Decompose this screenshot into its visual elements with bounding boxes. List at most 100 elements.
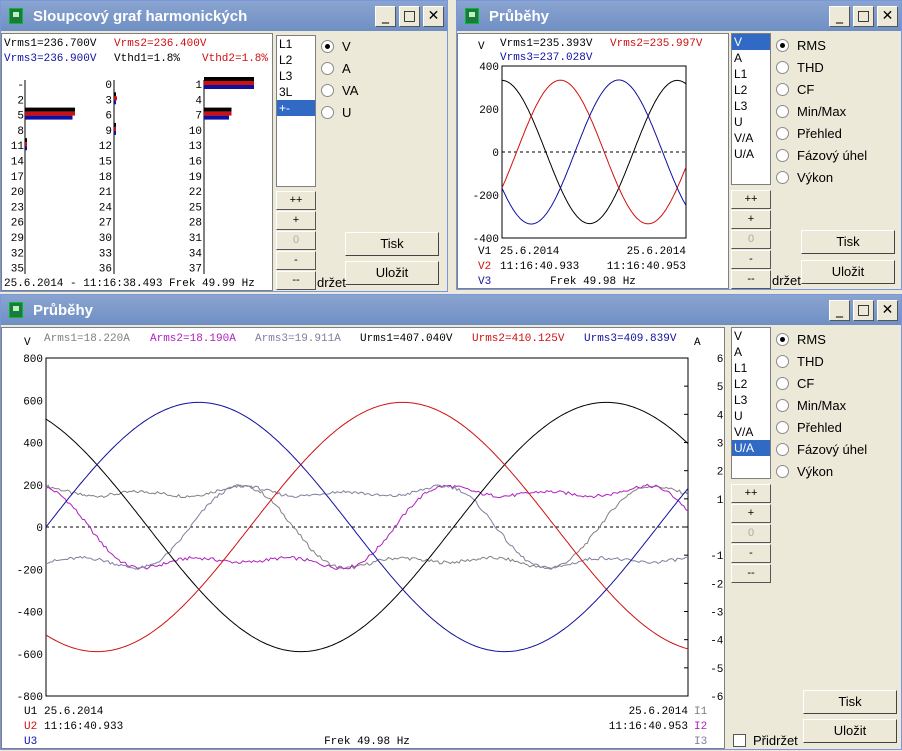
phase-list[interactable]: L1 L2 L3 3L +-: [276, 35, 316, 187]
radio-option[interactable]: THD: [776, 350, 867, 372]
radio-dot[interactable]: [776, 376, 789, 390]
radio-option[interactable]: V: [321, 35, 358, 57]
radio-option[interactable]: RMS: [776, 328, 867, 350]
list-item[interactable]: L3: [277, 68, 315, 84]
unit-options[interactable]: V A VA U: [321, 35, 358, 123]
hold-checkbox[interactable]: Přidržet: [733, 733, 798, 748]
waveform-small-titlebar[interactable]: Průběhy _ □ ✕: [457, 1, 901, 31]
minimize-button[interactable]: _: [375, 5, 396, 27]
radio-dot[interactable]: [776, 38, 789, 52]
measure-list[interactable]: V A L1 L2 L3 U V/A U/A: [731, 33, 771, 185]
radio-option[interactable]: Min/Max: [776, 100, 867, 122]
radio-dot[interactable]: [321, 83, 334, 97]
step-button[interactable]: +: [276, 211, 316, 230]
list-item[interactable]: U/A: [732, 440, 770, 456]
list-item[interactable]: L1: [732, 360, 770, 376]
radio-option[interactable]: THD: [776, 56, 867, 78]
minimize-button[interactable]: _: [829, 299, 850, 321]
list-item[interactable]: V: [732, 34, 770, 50]
radio-dot[interactable]: [776, 104, 789, 118]
list-item[interactable]: +-: [277, 100, 315, 116]
step-button[interactable]: +: [731, 210, 771, 229]
step-button[interactable]: +: [731, 504, 771, 523]
radio-dot[interactable]: [321, 105, 334, 119]
harmonics-titlebar[interactable]: Sloupcový graf harmonických _ □ ✕: [1, 1, 447, 31]
list-item[interactable]: L3: [732, 98, 770, 114]
hold-checkbox[interactable]: držet: [772, 273, 801, 288]
maximize-button[interactable]: □: [853, 5, 874, 27]
list-item[interactable]: A: [732, 50, 770, 66]
close-button[interactable]: ✕: [877, 299, 898, 321]
list-item[interactable]: V: [732, 328, 770, 344]
step-button[interactable]: --: [731, 564, 771, 583]
radio-option[interactable]: Fázový úhel: [776, 144, 867, 166]
close-button[interactable]: ✕: [877, 5, 898, 27]
list-item[interactable]: V/A: [732, 424, 770, 440]
mode-options[interactable]: RMS THD CF Min/Max Přehled Fázový úhel Výkon: [776, 34, 867, 188]
radio-dot[interactable]: [776, 442, 789, 456]
radio-option[interactable]: VA: [321, 79, 358, 101]
save-button[interactable]: Uložit: [801, 260, 895, 284]
radio-option[interactable]: Přehled: [776, 122, 867, 144]
radio-option[interactable]: Přehled: [776, 416, 867, 438]
list-item[interactable]: U: [732, 408, 770, 424]
radio-option[interactable]: U: [321, 101, 358, 123]
list-item[interactable]: U: [732, 114, 770, 130]
maximize-button[interactable]: □: [853, 299, 874, 321]
list-item[interactable]: V/A: [732, 130, 770, 146]
radio-option[interactable]: CF: [776, 372, 867, 394]
radio-dot[interactable]: [776, 354, 789, 368]
radio-option[interactable]: Min/Max: [776, 394, 867, 416]
list-item[interactable]: L2: [277, 52, 315, 68]
close-button[interactable]: ✕: [423, 5, 444, 27]
radio-dot[interactable]: [776, 60, 789, 74]
step-button[interactable]: ++: [731, 190, 771, 209]
radio-dot[interactable]: [776, 170, 789, 184]
radio-dot[interactable]: [776, 82, 789, 96]
radio-option[interactable]: CF: [776, 78, 867, 100]
print-button[interactable]: Tisk: [803, 690, 897, 714]
list-item[interactable]: A: [732, 344, 770, 360]
measure-list[interactable]: V A L1 L2 L3 U V/A U/A: [731, 327, 771, 479]
step-button[interactable]: -: [276, 251, 316, 270]
radio-dot[interactable]: [776, 126, 789, 140]
print-button[interactable]: Tisk: [801, 230, 895, 254]
radio-dot[interactable]: [776, 420, 789, 434]
radio-dot[interactable]: [321, 39, 334, 53]
list-item[interactable]: L3: [732, 392, 770, 408]
radio-dot[interactable]: [776, 148, 789, 162]
hold-checkbox[interactable]: držet: [317, 275, 346, 290]
radio-option[interactable]: Fázový úhel: [776, 438, 867, 460]
save-button[interactable]: Uložit: [803, 719, 897, 743]
minimize-button[interactable]: _: [829, 5, 850, 27]
step-button[interactable]: -: [731, 250, 771, 269]
step-button[interactable]: -: [731, 544, 771, 563]
radio-option[interactable]: RMS: [776, 34, 867, 56]
radio-dot[interactable]: [776, 398, 789, 412]
hold-checkbox-box[interactable]: [733, 734, 746, 747]
radio-option[interactable]: Výkon: [776, 166, 867, 188]
mode-options[interactable]: RMS THD CF Min/Max Přehled Fázový úhel Výkon: [776, 328, 867, 482]
step-button[interactable]: --: [731, 270, 771, 289]
list-item[interactable]: U/A: [732, 146, 770, 162]
list-item[interactable]: L1: [277, 36, 315, 52]
step-button[interactable]: 0: [276, 231, 316, 250]
step-button[interactable]: --: [276, 271, 316, 290]
step-button[interactable]: ++: [731, 484, 771, 503]
radio-dot[interactable]: [776, 464, 789, 478]
print-button[interactable]: Tisk: [345, 232, 439, 256]
waveform-large-titlebar[interactable]: Průběhy _ □ ✕: [1, 295, 901, 325]
save-button[interactable]: Uložit: [345, 261, 439, 285]
radio-option[interactable]: Výkon: [776, 460, 867, 482]
list-item[interactable]: L2: [732, 376, 770, 392]
maximize-button[interactable]: □: [399, 5, 420, 27]
list-item[interactable]: 3L: [277, 84, 315, 100]
list-item[interactable]: L1: [732, 66, 770, 82]
radio-option[interactable]: A: [321, 57, 358, 79]
step-button[interactable]: ++: [276, 191, 316, 210]
list-item[interactable]: L2: [732, 82, 770, 98]
radio-dot[interactable]: [321, 61, 334, 75]
radio-dot[interactable]: [776, 332, 789, 346]
step-button[interactable]: 0: [731, 524, 771, 543]
step-button[interactable]: 0: [731, 230, 771, 249]
